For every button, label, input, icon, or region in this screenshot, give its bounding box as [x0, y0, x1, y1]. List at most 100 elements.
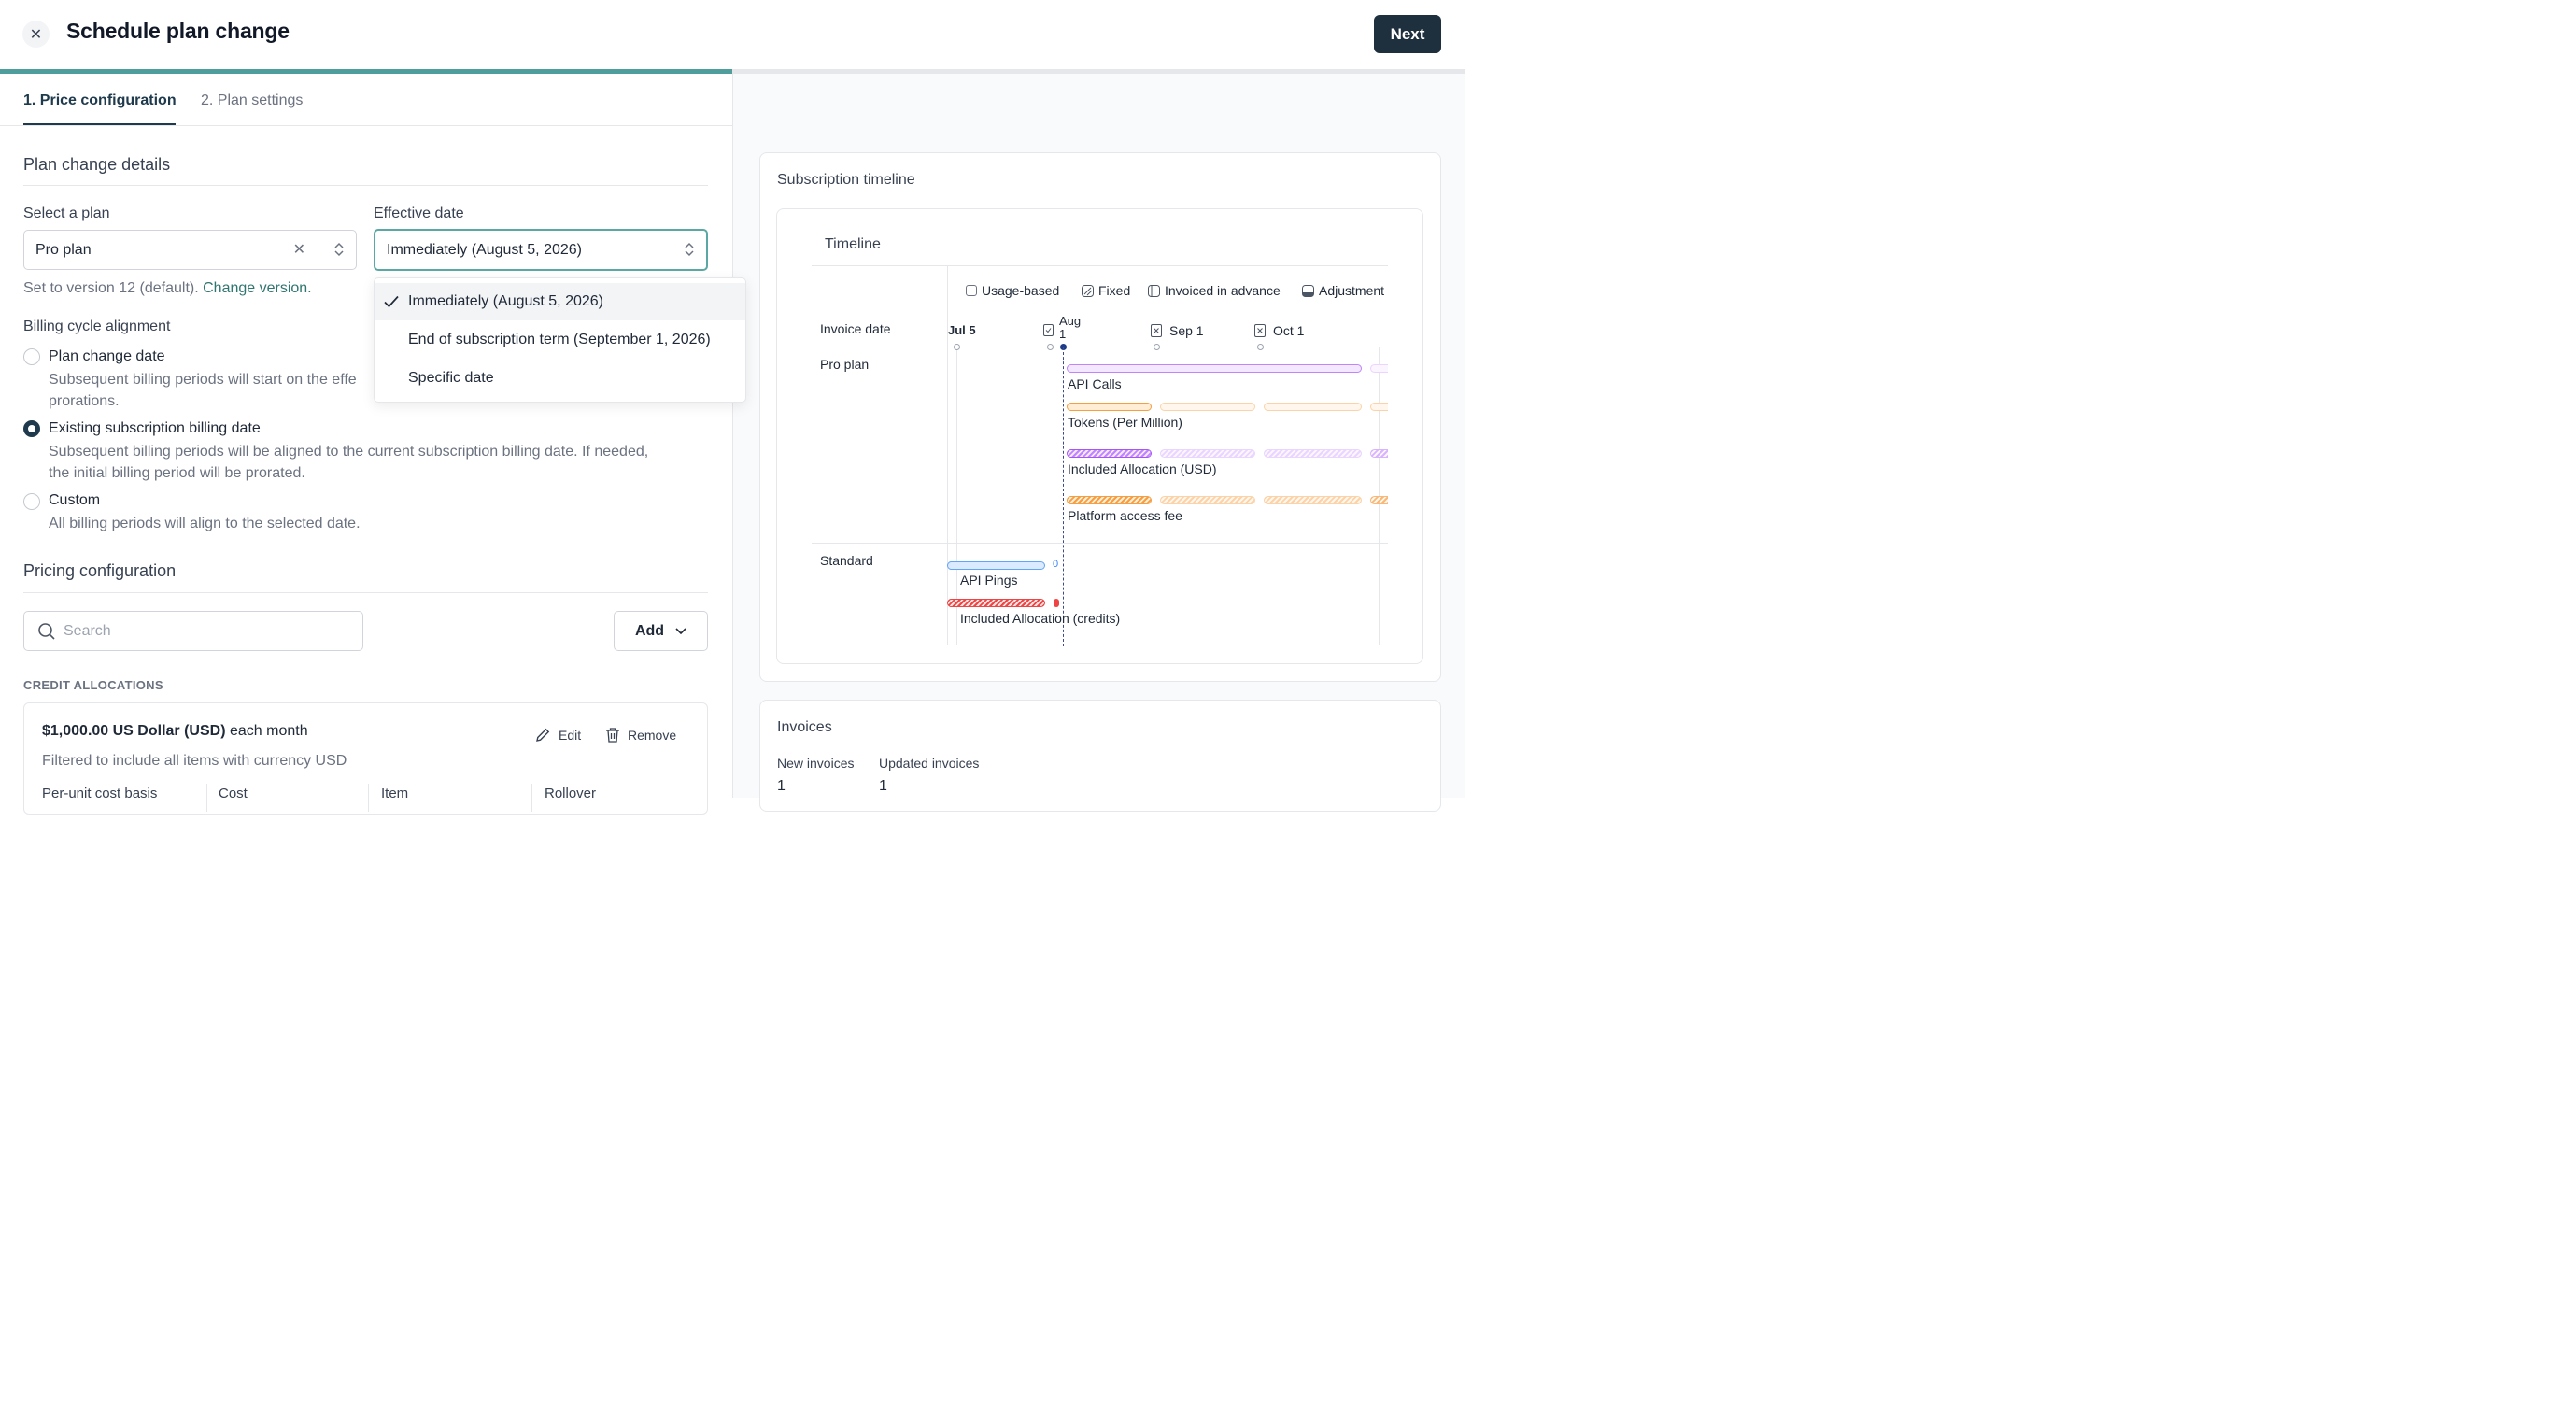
- effective-date-value: Immediately (August 5, 2026): [387, 241, 582, 258]
- section-divider: [23, 185, 708, 186]
- series-label: Included Allocation (USD): [1068, 461, 1217, 476]
- zero-marker: 0: [1053, 559, 1059, 570]
- effective-date-select[interactable]: Immediately (August 5, 2026): [374, 229, 708, 271]
- version-info: Set to version 12 (default). Change vers…: [23, 280, 312, 297]
- credit-filter-text: Filtered to include all items with curre…: [42, 753, 347, 769]
- api-pings-bar[interactable]: [947, 561, 1045, 570]
- timeline-gridline: [947, 265, 948, 645]
- included-allocation-usd-bar[interactable]: [1160, 449, 1255, 458]
- chevron-updown-icon: [333, 241, 345, 260]
- tab-price-configuration[interactable]: 1. Price configuration: [23, 92, 177, 109]
- effective-date-dropdown: Immediately (August 5, 2026) End of subs…: [374, 277, 746, 403]
- platform-access-fee-bar[interactable]: [1160, 496, 1255, 504]
- column-header: Rollover: [545, 786, 597, 801]
- dropdown-option-specific-date[interactable]: Specific date: [375, 360, 745, 397]
- group-label-pro-plan: Pro plan: [820, 357, 870, 372]
- chevron-down-icon: [675, 627, 686, 635]
- plan-select[interactable]: Pro plan ✕: [23, 230, 357, 270]
- radio-custom[interactable]: [23, 493, 40, 510]
- platform-access-fee-bar[interactable]: [1264, 496, 1362, 504]
- invoice-icon: [1043, 324, 1054, 341]
- date-tick-label: Aug 1: [1059, 314, 1082, 341]
- legend-adjustment: Adjustment: [1302, 283, 1384, 298]
- usage-based-icon: [966, 285, 977, 296]
- pencil-icon: [534, 727, 551, 744]
- credit-allocations-heading: CREDIT ALLOCATIONS: [23, 678, 163, 692]
- timeline-tick: [1047, 344, 1054, 350]
- dropdown-option-end-of-term[interactable]: End of subscription term (September 1, 2…: [375, 321, 745, 359]
- dropdown-option-label: End of subscription term (September 1, 2…: [408, 332, 711, 347]
- version-text: Set to version 12 (default).: [23, 280, 199, 296]
- radio-existing-billing-date[interactable]: [23, 420, 40, 437]
- plan-change-section-title: Plan change details: [23, 155, 171, 174]
- column-separator: [206, 784, 207, 812]
- radio-plan-change-date-label: Plan change date: [49, 348, 165, 364]
- tab-plan-settings[interactable]: 2. Plan settings: [201, 92, 303, 109]
- new-invoices-label: New invoices: [777, 756, 855, 771]
- dropdown-option-label: Immediately (August 5, 2026): [408, 293, 603, 309]
- desc-line: Subsequent billing periods will be align…: [49, 444, 649, 460]
- remove-button[interactable]: Remove: [605, 727, 676, 744]
- date-tick-label: Sep 1: [1169, 323, 1204, 338]
- plan-select-label: Select a plan: [23, 205, 110, 221]
- tokens-bar[interactable]: [1067, 403, 1152, 411]
- edit-button[interactable]: Edit: [534, 727, 581, 744]
- timeline-tick: [954, 344, 960, 350]
- legend-label: Invoiced in advance: [1165, 283, 1281, 298]
- legend-label: Adjustment: [1319, 283, 1385, 298]
- date-tick-label: Oct 1: [1273, 323, 1305, 338]
- radio-plan-change-date[interactable]: [23, 348, 40, 365]
- clear-icon[interactable]: ✕: [293, 240, 305, 259]
- invoices-title: Invoices: [777, 719, 832, 735]
- tokens-bar[interactable]: [1160, 403, 1255, 411]
- page-title: Schedule plan change: [66, 19, 290, 43]
- radio-custom-desc: All billing periods will align to the se…: [49, 516, 361, 531]
- search-field[interactable]: [23, 611, 363, 651]
- add-button[interactable]: Add: [614, 611, 708, 651]
- trash-icon: [605, 727, 620, 744]
- platform-access-fee-bar-continued: [1370, 496, 1388, 504]
- dropdown-option-immediately[interactable]: Immediately (August 5, 2026): [375, 283, 745, 320]
- column-divider: [732, 74, 733, 798]
- timeline-header-divider: [812, 265, 1388, 266]
- series-label: Platform access fee: [1068, 508, 1182, 523]
- included-allocation-credits-bar[interactable]: [947, 599, 1045, 607]
- credit-amount: $1,000.00 US Dollar (USD) each month: [42, 723, 308, 740]
- radio-custom-label: Custom: [49, 492, 101, 508]
- api-calls-bar-continued: [1370, 364, 1388, 373]
- search-input[interactable]: [64, 622, 344, 640]
- pricing-section-title: Pricing configuration: [23, 561, 177, 580]
- series-label: Included Allocation (credits): [960, 611, 1121, 626]
- included-allocation-usd-bar[interactable]: [1067, 449, 1152, 458]
- add-button-label: Add: [634, 622, 665, 639]
- legend-fixed: Fixed: [1082, 283, 1130, 298]
- platform-access-fee-bar[interactable]: [1067, 496, 1152, 504]
- column-header: Cost: [219, 786, 248, 801]
- plan-select-value: Pro plan: [35, 241, 92, 258]
- invoice-icon: [1151, 324, 1162, 342]
- current-date-line: [1063, 347, 1064, 646]
- remove-label: Remove: [628, 728, 677, 743]
- api-calls-bar[interactable]: [1067, 364, 1362, 373]
- section-divider: [23, 592, 708, 593]
- credit-amount-value: $1,000.00 US Dollar (USD): [42, 723, 226, 739]
- timeline-tick: [1154, 344, 1160, 350]
- tokens-bar[interactable]: [1264, 403, 1362, 411]
- desc-line: prorations.: [49, 393, 120, 409]
- next-button[interactable]: Next: [1374, 15, 1441, 53]
- included-allocation-usd-bar[interactable]: [1264, 449, 1362, 458]
- billing-alignment-title: Billing cycle alignment: [23, 319, 171, 334]
- updated-invoices-label: Updated invoices: [879, 756, 980, 771]
- desc-line: Subsequent billing periods will start on…: [49, 372, 357, 388]
- close-button[interactable]: ✕: [22, 21, 50, 48]
- change-version-link[interactable]: Change version.: [203, 280, 312, 296]
- legend-label: Usage-based: [982, 283, 1060, 298]
- new-invoices-value: 1: [777, 778, 786, 794]
- effective-date-label: Effective date: [374, 205, 464, 221]
- date-tick-label: Jul 5: [948, 323, 976, 337]
- included-allocation-usd-bar-continued: [1370, 449, 1388, 458]
- radio-existing-billing-date-desc: Subsequent billing periods will be align…: [49, 441, 648, 484]
- desc-line: the initial billing period will be prora…: [49, 465, 305, 481]
- legend-usage-based: Usage-based: [966, 283, 1059, 298]
- series-label: API Pings: [960, 573, 1018, 588]
